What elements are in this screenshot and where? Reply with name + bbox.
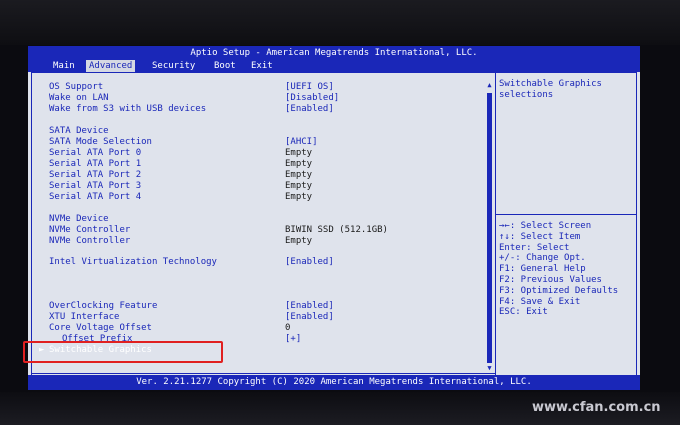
scroll-down-icon[interactable]: ▼ <box>485 364 494 373</box>
key-general-help: F1: General Help <box>499 264 586 275</box>
sata-port-2-value: Empty <box>285 170 313 180</box>
setting-core-voltage-value[interactable]: 0 <box>285 323 290 334</box>
nvme-controller-1-value: BIWIN SSD (512.1GB) <box>285 225 388 235</box>
key-legend: →←: Select Screen ↑↓: Select Item Enter:… <box>499 221 639 318</box>
key-save-exit: F4: Save & Exit <box>499 296 581 307</box>
setting-intel-vt-label[interactable]: Intel Virtualization Technology <box>49 257 217 268</box>
setting-wake-usb-value[interactable]: [Enabled] <box>285 104 334 115</box>
setting-wake-usb-label[interactable]: Wake from S3 with USB devices <box>49 104 206 115</box>
scrollbar-thumb[interactable] <box>487 93 492 363</box>
key-esc-exit: ESC: Exit <box>499 307 548 318</box>
setting-overclocking-value[interactable]: [Enabled] <box>285 301 334 312</box>
settings-list: OS Support [UEFI OS] Wake on LAN [Disabl… <box>32 73 492 373</box>
help-description: Switchable Graphics selections <box>499 79 602 100</box>
scroll-up-icon[interactable]: ▲ <box>485 81 494 90</box>
setting-overclocking-label[interactable]: OverClocking Feature <box>49 301 157 312</box>
menu-main[interactable]: Main <box>50 60 78 72</box>
setting-wake-on-lan-value[interactable]: [Disabled] <box>285 93 339 104</box>
section-sata-device: SATA Device <box>49 126 109 136</box>
sata-port-4-label: Serial ATA Port 4 <box>49 192 142 202</box>
setting-core-voltage-label[interactable]: Core Voltage Offset <box>49 323 152 334</box>
key-select-screen: →←: Select Screen <box>499 221 592 231</box>
sata-port-1-value: Empty <box>285 159 313 169</box>
menu-bar: Main Advanced Security Boot Exit <box>28 60 640 72</box>
menu-security[interactable]: Security <box>149 60 198 72</box>
highlight-box <box>23 341 223 363</box>
key-optimized-defaults: F3: Optimized Defaults <box>499 285 619 296</box>
bios-screen: Aptio Setup - American Megatrends Intern… <box>28 46 640 390</box>
menu-exit[interactable]: Exit <box>248 60 276 72</box>
panel-divider <box>495 73 496 378</box>
setting-sata-mode-value[interactable]: [AHCI] <box>285 137 318 148</box>
title-bar: Aptio Setup - American Megatrends Intern… <box>28 46 640 60</box>
sata-port-2-label: Serial ATA Port 2 <box>49 170 142 180</box>
nvme-controller-1-label: NVMe Controller <box>49 225 131 235</box>
sata-port-1-label: Serial ATA Port 1 <box>49 159 142 169</box>
setting-xtu-value[interactable]: [Enabled] <box>285 312 334 323</box>
footer-copyright: Ver. 2.21.1277 Copyright (C) 2020 Americ… <box>28 375 640 390</box>
menu-boot[interactable]: Boot <box>211 60 239 72</box>
sata-port-0-value: Empty <box>285 148 313 158</box>
setting-intel-vt-value[interactable]: [Enabled] <box>285 257 334 268</box>
monitor-bezel-top <box>0 0 680 45</box>
sata-port-4-value: Empty <box>285 192 313 202</box>
menu-advanced[interactable]: Advanced <box>86 60 136 72</box>
watermark: www.cfan.com.cn <box>532 400 661 415</box>
sata-port-3-label: Serial ATA Port 3 <box>49 181 142 191</box>
help-divider <box>496 214 636 215</box>
setting-os-support-value[interactable]: [UEFI OS] <box>285 82 334 93</box>
settings-frame: OS Support [UEFI OS] Wake on LAN [Disabl… <box>31 72 637 379</box>
setting-sata-mode-label[interactable]: SATA Mode Selection <box>49 137 152 148</box>
setting-xtu-label[interactable]: XTU Interface <box>49 312 119 323</box>
sata-port-3-value: Empty <box>285 181 313 191</box>
key-select-item: ↑↓: Select Item <box>499 231 581 242</box>
setting-offset-prefix-value[interactable]: [+] <box>285 334 301 345</box>
key-previous-values: F2: Previous Values <box>499 274 602 285</box>
setting-wake-on-lan-label[interactable]: Wake on LAN <box>49 93 109 104</box>
nvme-controller-2-value: Empty <box>285 236 313 246</box>
section-nvme-device: NVMe Device <box>49 214 109 224</box>
setting-os-support-label[interactable]: OS Support <box>49 82 103 93</box>
sata-port-0-label: Serial ATA Port 0 <box>49 148 142 158</box>
list-bottom-divider <box>32 373 495 374</box>
key-change-opt: +/-: Change Opt. <box>499 253 586 264</box>
nvme-controller-2-label: NVMe Controller <box>49 236 131 246</box>
key-enter: Enter: Select <box>499 242 570 253</box>
